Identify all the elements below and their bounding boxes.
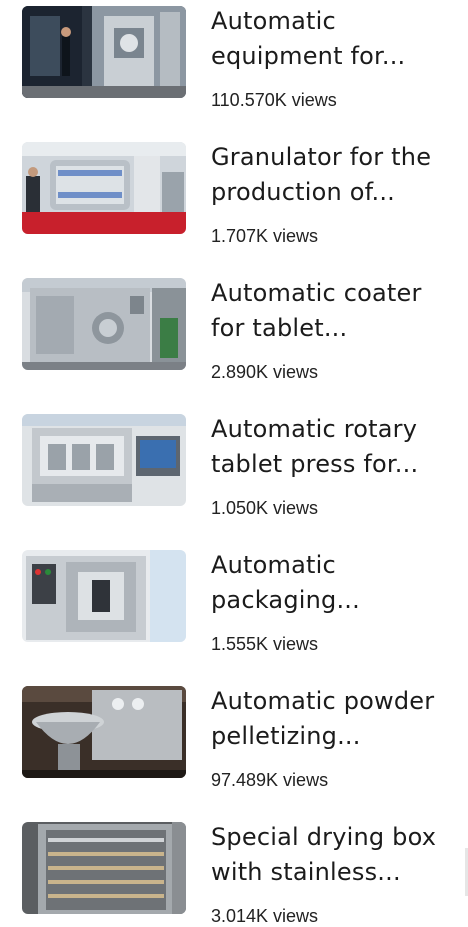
video-thumbnail[interactable]	[22, 550, 186, 642]
video-view-count: 97.489K views	[211, 770, 329, 790]
video-thumbnail[interactable]	[22, 822, 186, 914]
video-title[interactable]: Special drying box with stainless...	[211, 820, 461, 890]
video-title[interactable]: Automatic packaging...	[211, 548, 461, 618]
packaging-thumbnail-image	[22, 550, 186, 642]
video-item[interactable]: Special drying box with stainless... 3.0…	[0, 816, 468, 927]
video-item[interactable]: Automatic powder pelletizing... 97.489K …	[0, 680, 468, 816]
rotary-press-thumbnail-image	[22, 414, 186, 506]
video-item[interactable]: Automatic equipment for... 110.570K view…	[0, 0, 468, 136]
pelletizer-thumbnail-image	[22, 686, 186, 778]
video-view-count: 1.050K views	[211, 498, 319, 518]
video-thumbnail[interactable]	[22, 6, 186, 98]
video-title[interactable]: Automatic coater for tablet...	[211, 276, 461, 346]
video-view-count: 1.555K views	[211, 634, 319, 654]
video-item[interactable]: Automatic coater for tablet... 2.890K vi…	[0, 272, 468, 408]
video-view-count: 2.890K views	[211, 362, 319, 382]
video-item[interactable]: Automatic packaging... 1.555K views	[0, 544, 468, 680]
video-list: Automatic equipment for... 110.570K view…	[0, 0, 468, 927]
video-item[interactable]: Automatic rotary tablet press for... 1.0…	[0, 408, 468, 544]
video-view-count: 3.014K views	[211, 906, 319, 926]
video-view-count: 110.570K views	[211, 90, 337, 110]
video-thumbnail[interactable]	[22, 278, 186, 370]
video-title[interactable]: Automatic rotary tablet press for...	[211, 412, 461, 482]
granulator-thumbnail-image	[22, 142, 186, 234]
video-title[interactable]: Automatic equipment for...	[211, 4, 461, 74]
coater-thumbnail-image	[22, 278, 186, 370]
video-thumbnail[interactable]	[22, 142, 186, 234]
video-thumbnail[interactable]	[22, 414, 186, 506]
drying-box-thumbnail-image	[22, 822, 186, 914]
video-title[interactable]: Automatic powder pelletizing...	[211, 684, 461, 754]
video-thumbnail[interactable]	[22, 686, 186, 778]
tablet-press-thumbnail-image	[22, 6, 186, 98]
video-view-count: 1.707K views	[211, 226, 319, 246]
video-item[interactable]: Granulator for the production of... 1.70…	[0, 136, 468, 272]
video-title[interactable]: Granulator for the production of...	[211, 140, 461, 210]
